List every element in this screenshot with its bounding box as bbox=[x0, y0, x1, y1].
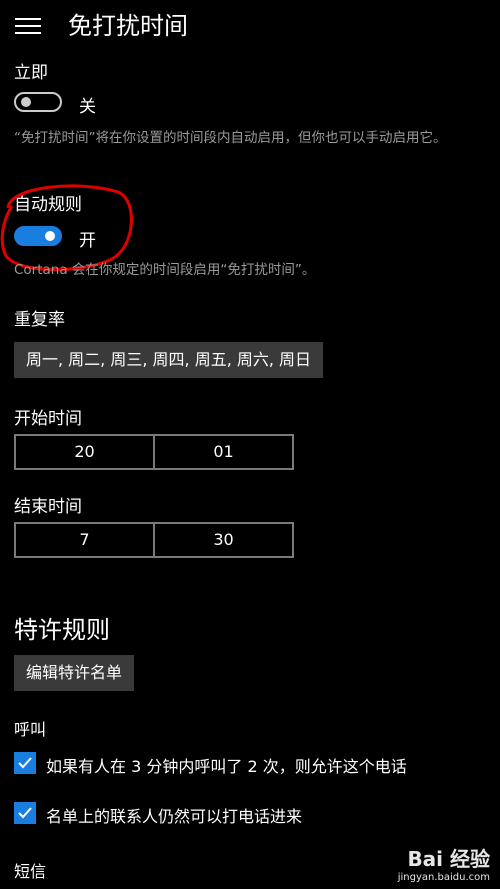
baidu-watermark: Bai 经验 jingyan.baidu.com bbox=[398, 843, 490, 883]
contacts-call-checkbox[interactable] bbox=[14, 802, 36, 824]
auto-rule-description: Cortana 会在你规定的时间段启用“免打扰时间”。 bbox=[14, 262, 316, 278]
checkmark-icon bbox=[18, 757, 32, 769]
repeat-call-checkbox[interactable] bbox=[14, 752, 36, 774]
exceptions-title: 特许规则 bbox=[14, 616, 110, 644]
immediate-label: 立即 bbox=[14, 63, 48, 83]
page-title: 免打扰时间 bbox=[68, 12, 188, 40]
end-minute[interactable]: 30 bbox=[153, 524, 292, 556]
start-time-picker[interactable]: 20 01 bbox=[14, 434, 294, 470]
start-minute[interactable]: 01 bbox=[153, 436, 292, 468]
watermark-url: jingyan.baidu.com bbox=[397, 872, 490, 883]
start-hour[interactable]: 20 bbox=[16, 436, 153, 468]
watermark-logo: Bai 经验 bbox=[407, 847, 490, 871]
end-hour[interactable]: 7 bbox=[16, 524, 153, 556]
calls-label: 呼叫 bbox=[14, 720, 47, 739]
checkmark-icon bbox=[18, 807, 32, 819]
end-time-label: 结束时间 bbox=[14, 497, 82, 517]
edit-exceptions-button[interactable]: 编辑特许名单 bbox=[14, 655, 135, 691]
sms-label: 短信 bbox=[14, 862, 47, 881]
contacts-call-label: 名单上的联系人仍然可以打电话进来 bbox=[46, 807, 303, 826]
start-time-label: 开始时间 bbox=[14, 409, 82, 429]
menu-icon[interactable] bbox=[15, 18, 41, 38]
immediate-toggle-state: 关 bbox=[79, 97, 96, 117]
repeat-days-button[interactable]: 周一, 周二, 周三, 周四, 周五, 周六, 周日 bbox=[14, 342, 324, 378]
repeat-label: 重复率 bbox=[14, 310, 65, 330]
end-time-picker[interactable]: 7 30 bbox=[14, 522, 294, 558]
repeat-call-label: 如果有人在 3 分钟内呼叫了 2 次，则允许这个电话 bbox=[46, 757, 407, 776]
immediate-description: “免打扰时间”将在你设置的时间段内自动启用，但你也可以手动启用它。 bbox=[14, 130, 447, 146]
immediate-toggle[interactable] bbox=[14, 92, 62, 112]
